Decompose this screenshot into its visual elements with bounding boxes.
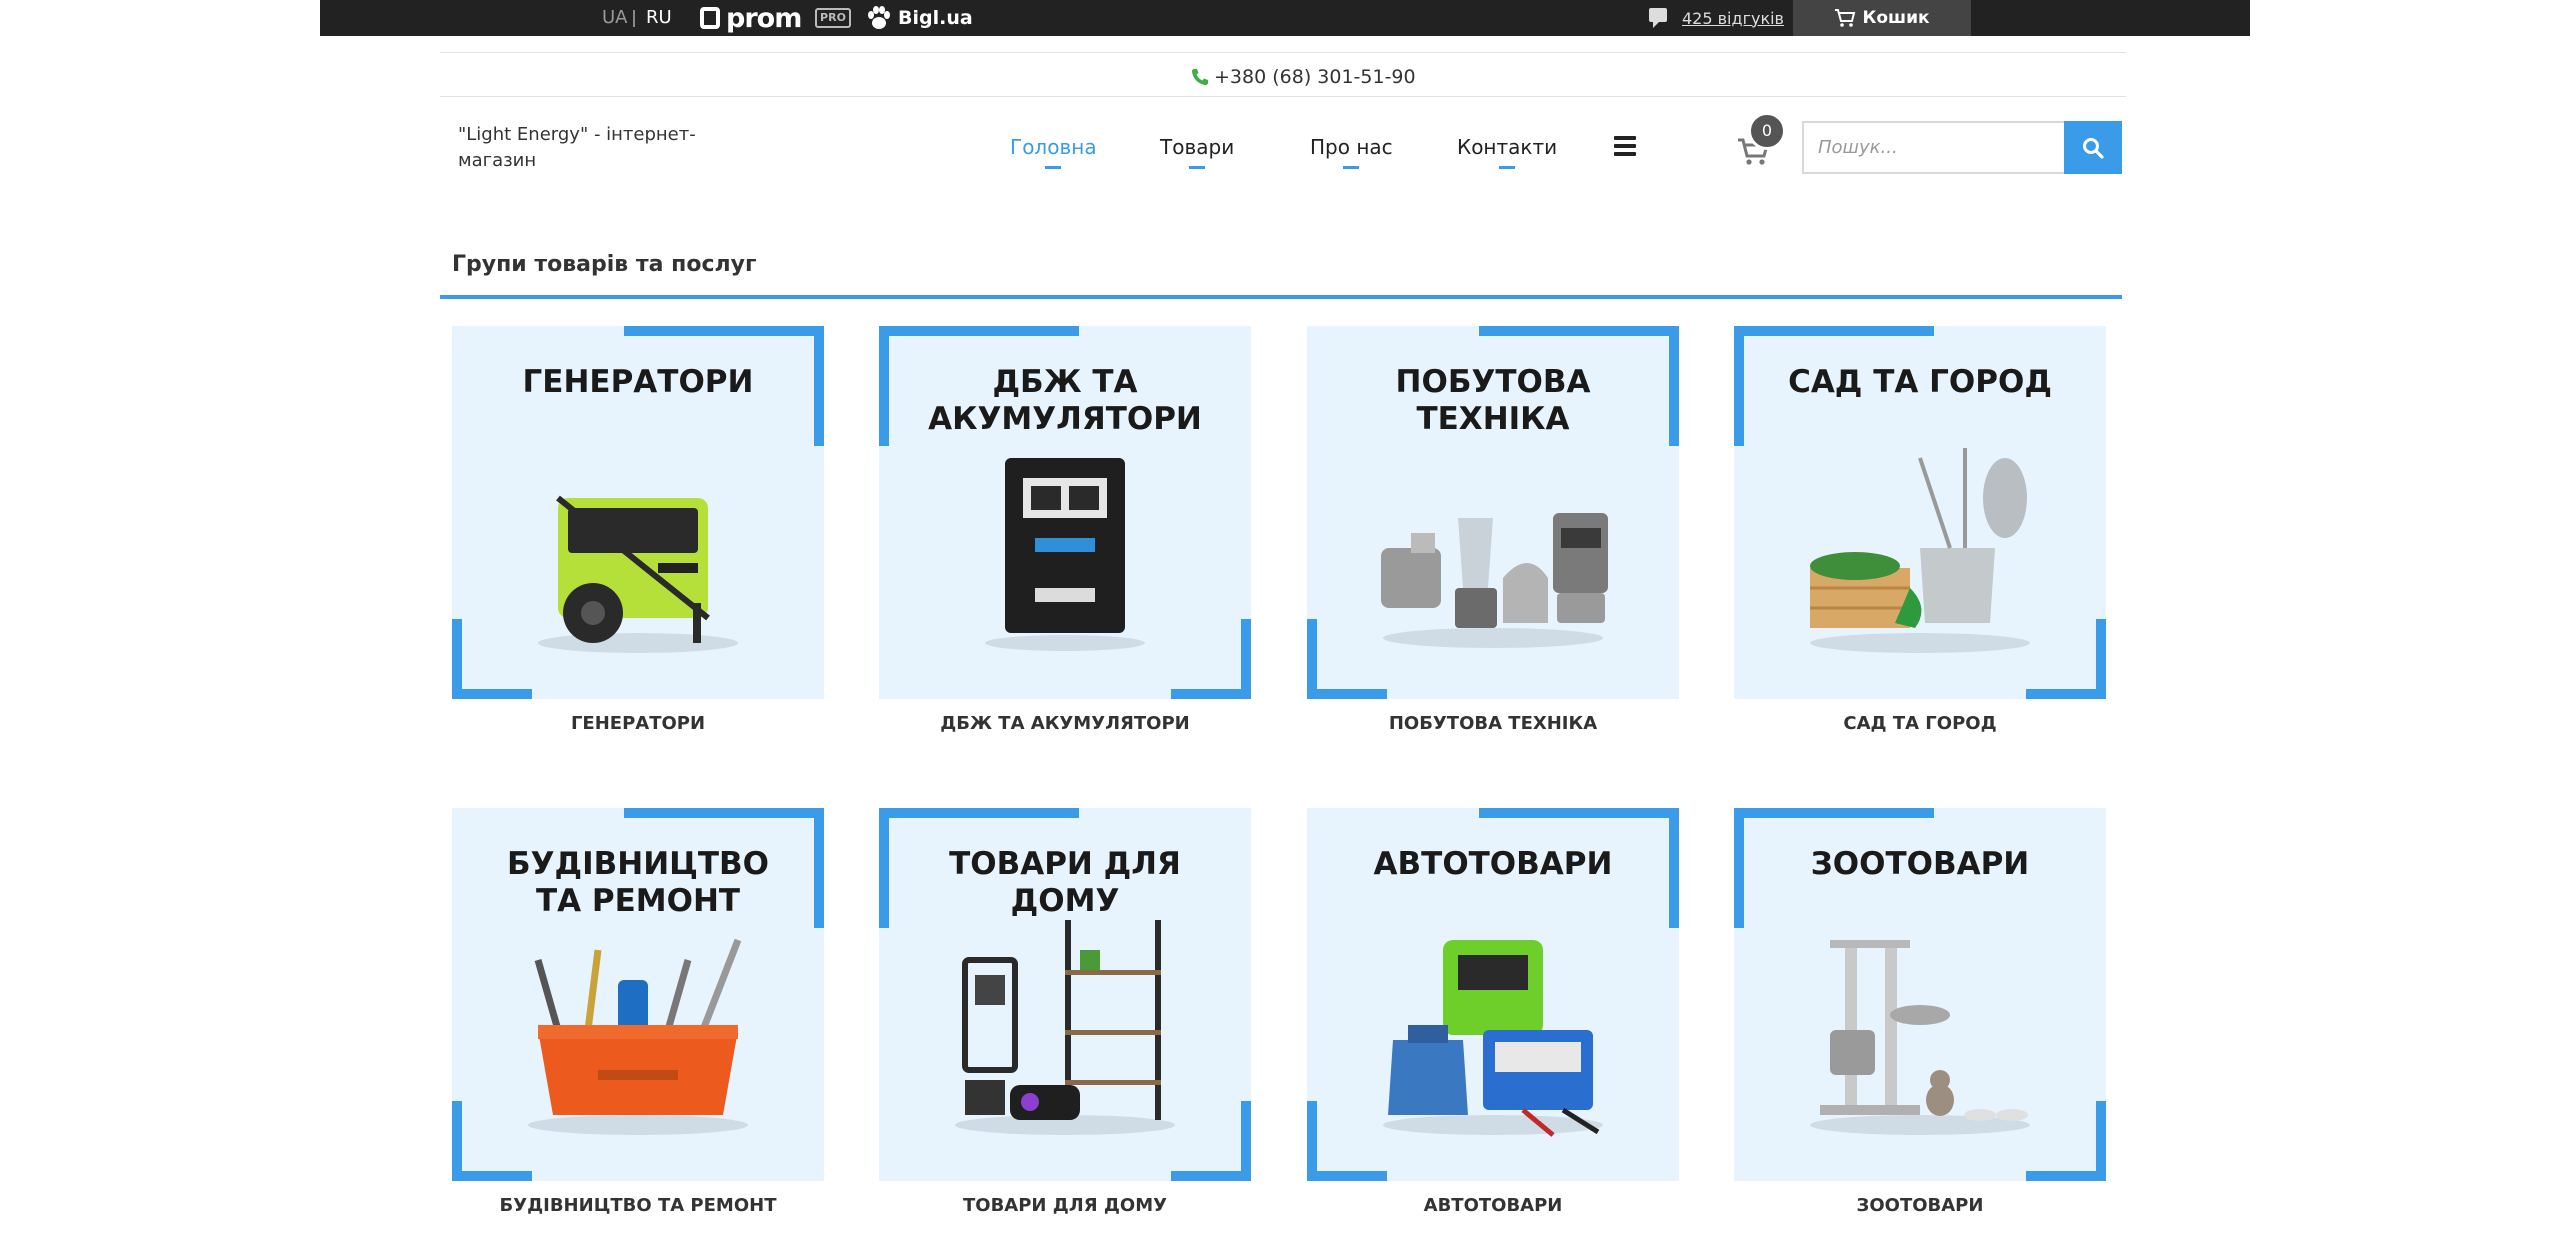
category-tile: ПОБУТОВА ТЕХНІКА xyxy=(1307,326,1679,699)
category-caption: ЗООТОВАРИ xyxy=(1856,1195,1984,1216)
nav-underline xyxy=(1343,166,1360,169)
appliances-icon xyxy=(1381,513,1608,648)
nav-products[interactable]: Товари xyxy=(1160,130,1234,169)
nav-contacts-label: Контакти xyxy=(1457,135,1558,159)
nav-home-label: Головна xyxy=(1010,135,1097,159)
section-underline xyxy=(440,295,2122,299)
bigl-logo-text: Bigl.ua xyxy=(898,7,973,29)
top-bar: UA RU prom PRO Bigl.ua 425 відгуків Коши… xyxy=(320,0,2250,36)
car-charger-icon xyxy=(1383,940,1603,1137)
section-title: Групи товарів та послуг xyxy=(452,252,757,277)
prom-logo-text: prom xyxy=(726,2,802,34)
cart-count-badge: 0 xyxy=(1748,112,1786,150)
category-tile: САД ТА ГОРОД xyxy=(1734,326,2106,699)
nav-about-label: Про нас xyxy=(1310,135,1393,159)
category-caption: ДБЖ ТА АКУМУЛЯТОРИ xyxy=(940,713,1190,734)
prom-logo-icon xyxy=(700,7,720,29)
category-tile: ТОВАРИ ДЛЯ ДОМУ xyxy=(879,808,1251,1181)
category-caption: САД ТА ГОРОД xyxy=(1843,713,1997,734)
category-caption: БУДІВНИЦТВО ТА РЕМОНТ xyxy=(499,1195,777,1216)
reviews-link[interactable]: 425 відгуків xyxy=(1648,0,1784,36)
category-card-construction[interactable]: БУДІВНИЦТВО ТА РЕМОНТ БУДІВНИЦТВО ТА РЕМ… xyxy=(452,808,824,1216)
nav-underline xyxy=(1189,166,1206,169)
category-card-auto[interactable]: АВТОТОВАРИ АВТОТОВАРИ xyxy=(1307,808,1679,1216)
cat-tree-icon xyxy=(1810,940,2030,1135)
cart-icon xyxy=(1835,9,1856,27)
nav-contacts[interactable]: Контакти xyxy=(1457,130,1557,169)
lang-ua-link[interactable]: UA xyxy=(602,0,628,36)
category-tile: АВТОТОВАРИ xyxy=(1307,808,1679,1181)
nav-home[interactable]: Головна xyxy=(1010,130,1097,169)
search-input[interactable] xyxy=(1802,121,2064,174)
category-card-pets[interactable]: ЗООТОВАРИ ЗООТОВАРИ xyxy=(1734,808,2106,1216)
nav-products-label: Товари xyxy=(1160,135,1235,159)
lang-ru-link[interactable]: RU xyxy=(646,0,672,36)
hamburger-menu-icon[interactable] xyxy=(1614,136,1636,156)
tile-title: БУДІВНИЦТВО ТА РЕМОНТ xyxy=(506,846,770,919)
tile-title: ГЕНЕРАТОРИ xyxy=(522,364,754,400)
store-name-link[interactable]: "Light Energy" - інтернет-магазин xyxy=(458,122,718,174)
toolbox-icon xyxy=(528,938,748,1135)
phone-number: +380 (68) 301-51-90 xyxy=(1214,66,1416,88)
tile-title: ДБЖ ТА АКУМУЛЯТОРИ xyxy=(928,364,1202,437)
pro-badge: PRO xyxy=(815,8,851,28)
lang-separator xyxy=(633,10,635,27)
tile-title: АВТОТОВАРИ xyxy=(1373,846,1613,882)
category-card-appliances[interactable]: ПОБУТОВА ТЕХНІКА ПОБУТОВА ТЕХНІКА xyxy=(1307,326,1679,734)
divider xyxy=(440,96,2126,97)
category-caption: ГЕНЕРАТОРИ xyxy=(570,713,706,734)
search-icon xyxy=(2083,137,2104,159)
speech-bubble-icon xyxy=(1649,8,1667,28)
phone-icon xyxy=(1192,69,1208,85)
category-card-generators[interactable]: ГЕНЕРАТОРИ ГЕНЕРАТОРИ xyxy=(452,326,824,734)
category-tile: ГЕНЕРАТОРИ xyxy=(452,326,824,699)
category-card-ups-batteries[interactable]: ДБЖ ТА АКУМУЛЯТОРИ ДБЖ ТА АКУМУЛЯТОРИ xyxy=(879,326,1251,734)
phone-link[interactable]: +380 (68) 301-51-90 xyxy=(1190,62,1416,92)
search-button[interactable] xyxy=(2064,121,2122,174)
category-tile: БУДІВНИЦТВО ТА РЕМОНТ xyxy=(452,808,824,1181)
tile-title: САД ТА ГОРОД xyxy=(1788,364,2052,400)
bigl-logo[interactable]: Bigl.ua xyxy=(866,4,973,32)
tile-title: ПОБУТОВА ТЕХНІКА xyxy=(1395,364,1591,437)
paw-icon xyxy=(868,6,890,29)
tile-title: ЗООТОВАРИ xyxy=(1810,846,2030,882)
category-tile: ЗООТОВАРИ xyxy=(1734,808,2106,1181)
generator-icon xyxy=(538,495,738,653)
category-caption: ПОБУТОВА ТЕХНІКА xyxy=(1388,713,1598,734)
category-caption: ТОВАРИ ДЛЯ ДОМУ xyxy=(963,1195,1167,1216)
reviews-count: 425 відгуків xyxy=(1682,8,1784,28)
category-card-home-goods[interactable]: ТОВАРИ ДЛЯ ДОМУ ТОВАРИ ДЛЯ ДОМУ xyxy=(879,808,1251,1216)
nav-underline xyxy=(1045,166,1062,169)
inverter-icon xyxy=(985,458,1145,651)
nav-underline xyxy=(1499,166,1516,169)
garden-tools-icon xyxy=(1810,448,2030,653)
prom-logo[interactable]: prom xyxy=(700,2,802,34)
tile-title: ТОВАРИ ДЛЯ ДОМУ xyxy=(949,846,1181,919)
category-caption: АВТОТОВАРИ xyxy=(1423,1195,1563,1216)
category-card-garden[interactable]: САД ТА ГОРОД САД ТА ГОРОД xyxy=(1734,326,2106,734)
top-cart-label: Кошик xyxy=(1862,8,1930,28)
nav-about[interactable]: Про нас xyxy=(1310,130,1393,169)
divider xyxy=(440,52,2126,53)
top-cart-button[interactable]: Кошик xyxy=(1793,0,1971,36)
home-goods-icon xyxy=(955,920,1175,1135)
category-tile: ДБЖ ТА АКУМУЛЯТОРИ xyxy=(879,326,1251,699)
